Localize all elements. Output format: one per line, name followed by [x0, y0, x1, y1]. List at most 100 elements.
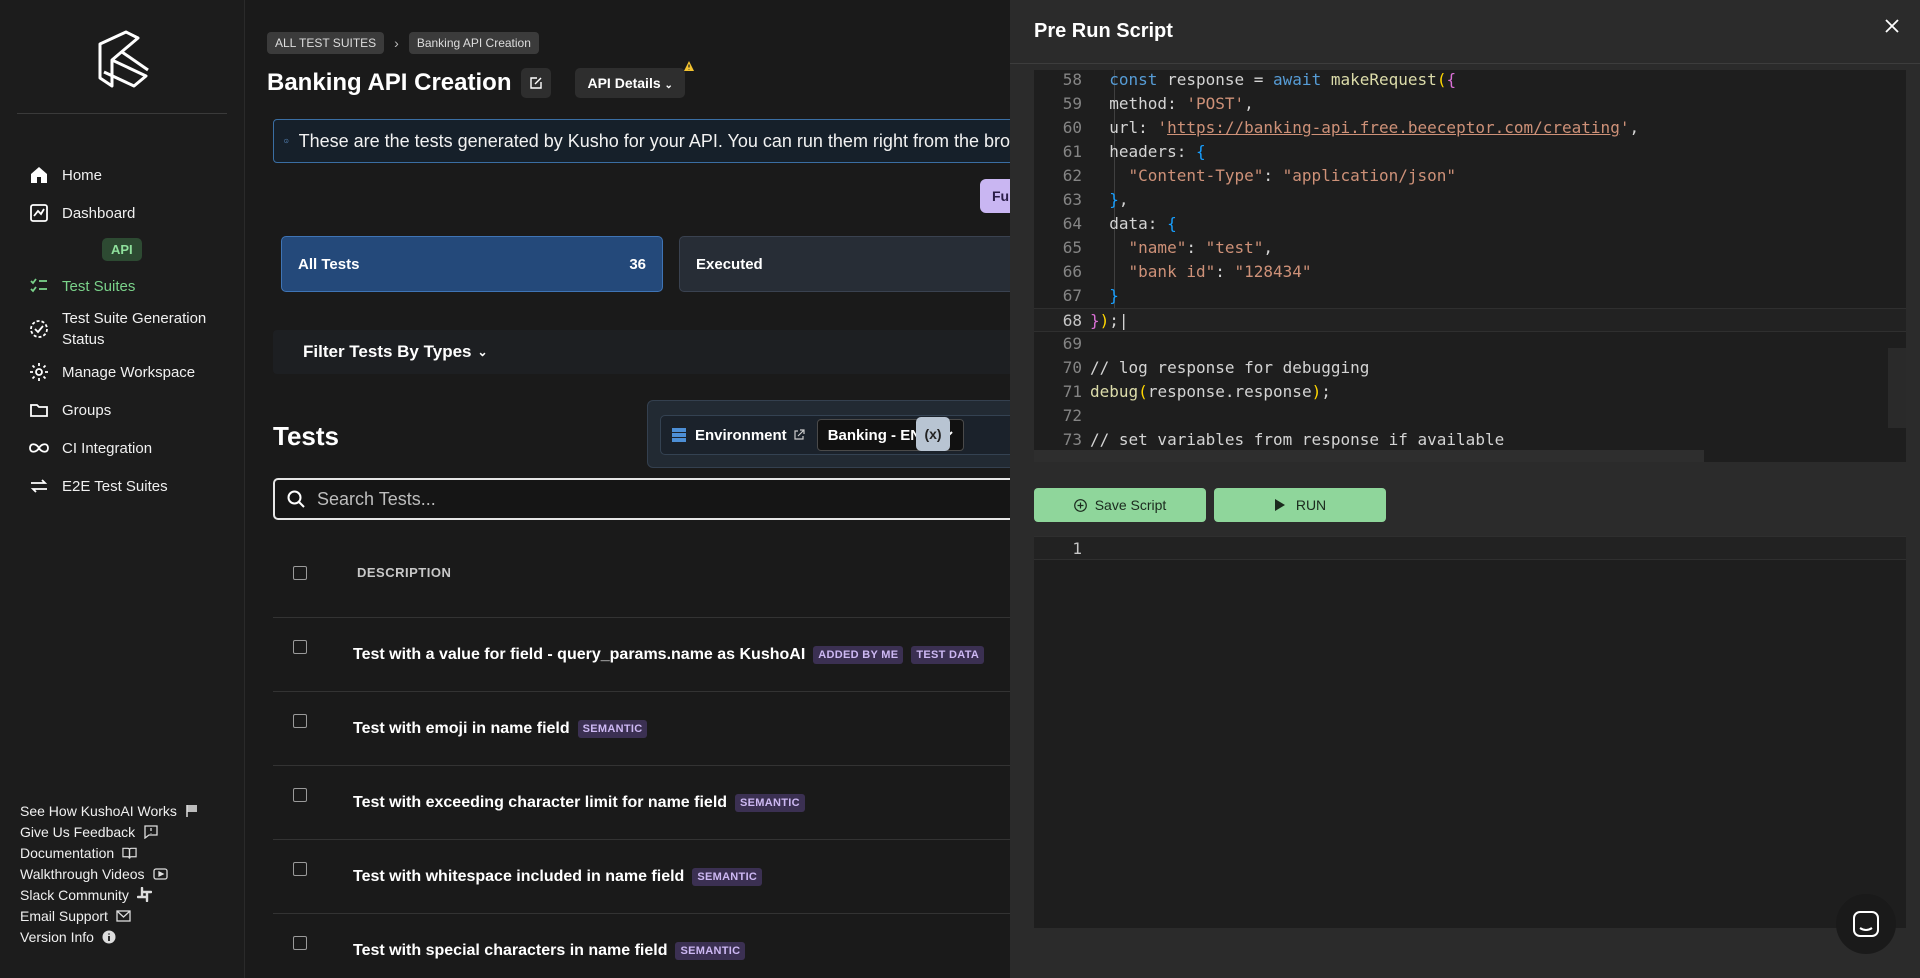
- code-text: "Content-Type": "application/json": [1128, 166, 1457, 185]
- play-icon: [1274, 499, 1285, 511]
- code-line: 62 "Content-Type": "application/json": [1034, 164, 1906, 188]
- all-tests-label: All Tests: [298, 255, 360, 273]
- horizontal-scrollbar[interactable]: [1034, 450, 1704, 462]
- email-support-link[interactable]: Email Support: [20, 905, 230, 926]
- line-number: 1: [1072, 539, 1082, 558]
- pre-run-script-panel: Pre Run Script 58 const response = await…: [1010, 0, 1920, 978]
- documentation-link[interactable]: Documentation: [20, 842, 230, 863]
- code-line: 63 },: [1034, 188, 1906, 212]
- code-line: 69: [1034, 332, 1906, 356]
- table-row[interactable]: Test with a value for field - query_para…: [273, 618, 1010, 692]
- table-row[interactable]: Test with exceeding character limit for …: [273, 766, 1010, 840]
- line-number: 64: [1062, 214, 1082, 233]
- table-row[interactable]: Test with whitespace included in name fi…: [273, 840, 1010, 914]
- breadcrumb-all-test-suites[interactable]: ALL TEST SUITES: [267, 32, 385, 54]
- code-line-current: 68});|: [1034, 308, 1906, 332]
- sidebar-item-generation-status[interactable]: Test Suite Generation Status: [28, 305, 238, 353]
- all-tests-card[interactable]: All Tests 36: [281, 236, 663, 292]
- row-checkbox[interactable]: [293, 788, 307, 802]
- executed-tests-card[interactable]: Executed: [679, 236, 1010, 292]
- search-box: [273, 478, 1010, 520]
- slack-community-link[interactable]: Slack Community: [20, 884, 230, 905]
- sidebar-item-groups[interactable]: Groups: [28, 391, 238, 429]
- code-text: // log response for debugging: [1090, 358, 1370, 377]
- chevron-down-icon: ⌄: [477, 345, 488, 359]
- link-label: Walkthrough Videos: [20, 865, 145, 882]
- code-text: }: [1109, 286, 1119, 305]
- line-number: 69: [1062, 334, 1082, 353]
- sidebar-divider: [17, 113, 227, 114]
- code-text: },: [1109, 190, 1129, 209]
- code-text: const response = await makeRequest({: [1109, 70, 1457, 89]
- line-number: 65: [1062, 238, 1082, 257]
- code-text: // set variables from response if availa…: [1090, 430, 1505, 449]
- checklist-icon: [28, 275, 50, 297]
- line-number: 62: [1062, 166, 1082, 185]
- sidebar-item-label: Home: [62, 166, 103, 184]
- edit-title-button[interactable]: [521, 68, 552, 98]
- line-number: 67: [1062, 286, 1082, 305]
- run-button[interactable]: RUN: [1214, 488, 1386, 522]
- code-text: url: 'https://banking-api.free.beeceptor…: [1090, 118, 1640, 137]
- search-input[interactable]: [317, 488, 997, 510]
- app-root: Home Dashboard API Test Suites Test Suit…: [0, 0, 1920, 978]
- row-checkbox[interactable]: [293, 640, 307, 654]
- sidebar-item-label: CI Integration: [62, 439, 153, 457]
- sidebar-nav: Home Dashboard API Test Suites Test Suit…: [28, 156, 238, 505]
- close-panel-button[interactable]: [1880, 14, 1904, 38]
- feedback-link[interactable]: Give Us Feedback: [20, 821, 230, 842]
- search-icon: [287, 490, 305, 508]
- chat-support-button[interactable]: [1836, 894, 1896, 954]
- sidebar-item-label: Test Suite Generation Status: [62, 310, 207, 348]
- filter-tests-dropdown[interactable]: Filter Tests By Types ⌄: [273, 330, 1010, 374]
- line-number: 68: [1062, 311, 1082, 330]
- sidebar-item-e2e-test-suites[interactable]: E2E Test Suites: [28, 467, 238, 505]
- table-row[interactable]: Test with special characters in name fie…: [273, 914, 1010, 978]
- executed-tests-label: Executed: [696, 255, 763, 273]
- sidebar-item-test-suites[interactable]: Test Suites: [28, 267, 238, 305]
- sidebar-item-home[interactable]: Home: [28, 156, 238, 194]
- title-row: Banking API Creation API Details ⌄: [267, 61, 694, 98]
- panel-title: Pre Run Script: [1034, 20, 1173, 42]
- book-icon: [122, 845, 137, 860]
- output-editor[interactable]: 1: [1034, 536, 1906, 928]
- table-row[interactable]: Test with emoji in name field SEMANTIC: [273, 692, 1010, 766]
- save-script-button[interactable]: Save Script: [1034, 488, 1206, 522]
- how-it-works-link[interactable]: See How KushoAI Works: [20, 800, 230, 821]
- edit-icon: [530, 77, 543, 89]
- code-text: method: 'POST',: [1090, 94, 1254, 113]
- test-description: Test with special characters in name fie…: [353, 942, 668, 959]
- environment-label: Environment: [695, 426, 787, 444]
- mail-icon: [116, 908, 131, 923]
- line-number: 70: [1062, 358, 1082, 377]
- breadcrumb-separator: ›: [394, 35, 399, 51]
- script-editor[interactable]: 58 const response = await makeRequest({ …: [1034, 70, 1906, 462]
- env-variables-button[interactable]: (x): [916, 417, 950, 451]
- version-info-link[interactable]: Version Info: [20, 926, 230, 947]
- kusho-logo[interactable]: [92, 30, 154, 92]
- sidebar-item-ci-integration[interactable]: CI Integration: [28, 429, 238, 467]
- tag-semantic: SEMANTIC: [675, 942, 746, 960]
- breadcrumb-current[interactable]: Banking API Creation: [408, 32, 539, 54]
- api-section-badge: API: [102, 238, 142, 261]
- code-line: 58 const response = await makeRequest({: [1034, 70, 1906, 92]
- sidebar-item-dashboard[interactable]: Dashboard: [28, 194, 238, 232]
- test-description: Test with a value for field - query_para…: [353, 646, 806, 663]
- sidebar-item-manage-workspace[interactable]: Manage Workspace: [28, 353, 238, 391]
- external-link-icon[interactable]: [793, 429, 805, 441]
- select-all-checkbox[interactable]: [293, 565, 307, 580]
- walkthrough-videos-link[interactable]: Walkthrough Videos: [20, 863, 230, 884]
- sidebar-item-label: Manage Workspace: [62, 363, 196, 381]
- code-line: 64 data: {: [1034, 212, 1906, 236]
- column-description: DESCRIPTION: [357, 565, 452, 580]
- function-button[interactable]: Fu: [980, 179, 1010, 213]
- link-label: Documentation: [20, 844, 115, 861]
- vertical-scrollbar[interactable]: [1888, 348, 1906, 428]
- row-description: Test with special characters in name fie…: [353, 942, 746, 960]
- api-details-button[interactable]: API Details ⌄: [575, 61, 694, 98]
- test-description: Test with exceeding character limit for …: [353, 794, 728, 811]
- row-checkbox[interactable]: [293, 714, 307, 728]
- row-checkbox[interactable]: [293, 936, 307, 950]
- row-checkbox[interactable]: [293, 862, 307, 876]
- infinity-icon: [28, 437, 50, 459]
